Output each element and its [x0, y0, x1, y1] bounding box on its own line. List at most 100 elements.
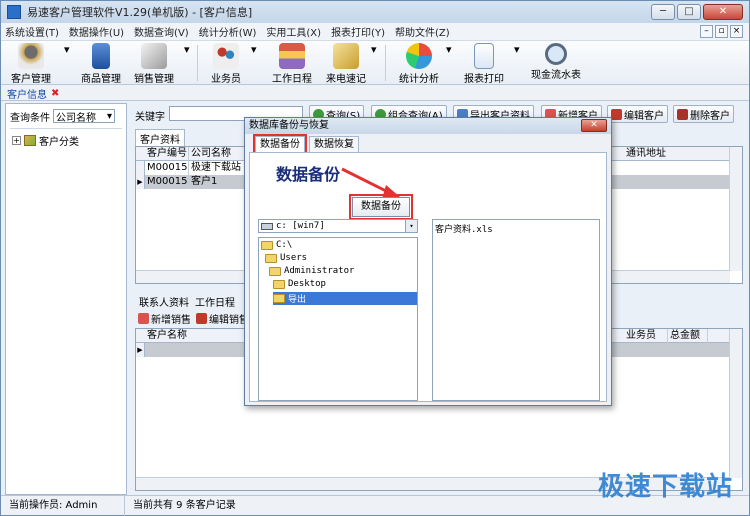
row-marker: [136, 161, 145, 175]
folder-open-icon: [265, 253, 277, 263]
directory-item[interactable]: C:\: [261, 240, 292, 250]
drive-value: c: [win7]: [276, 221, 325, 231]
directory-label: Users: [280, 253, 308, 263]
file-item[interactable]: 客户资料.xls: [435, 222, 493, 235]
mdi-minimize-button[interactable]: –: [700, 25, 713, 38]
sales-mgmt-button[interactable]: 销售管理: [134, 43, 174, 85]
category-icon: [24, 135, 36, 146]
tab-schedule[interactable]: 工作日程: [191, 293, 239, 310]
directory-item[interactable]: Users: [265, 253, 307, 263]
menu-stats[interactable]: 统计分析(W): [199, 24, 257, 39]
vertical-scrollbar[interactable]: [729, 329, 742, 478]
folder-open-icon: [269, 266, 281, 276]
menu-reports[interactable]: 报表打印(Y): [331, 24, 385, 39]
stats-button[interactable]: 统计分析: [399, 43, 439, 85]
add-icon: [138, 312, 149, 324]
column-header[interactable]: 公司名称: [189, 147, 249, 161]
product-mgmt-label: 商品管理: [81, 74, 121, 85]
chevron-down-icon[interactable]: ▾: [371, 43, 377, 56]
edit-customer-button[interactable]: 编辑客户: [607, 105, 668, 123]
edit-icon: [611, 108, 622, 120]
edit-customer-label: 编辑客户: [624, 110, 664, 122]
call-log-button[interactable]: 来电速记: [326, 43, 366, 85]
report-button[interactable]: 报表打印: [464, 43, 504, 85]
mdi-close-button[interactable]: ×: [730, 25, 743, 38]
drive-select[interactable]: c: [win7] ▾: [258, 219, 418, 233]
file-list: 客户资料.xls: [432, 219, 600, 401]
dialog-title: 数据库备份与恢复: [249, 120, 329, 131]
add-sale-button[interactable]: 新增销售: [135, 309, 194, 327]
tab-data-backup[interactable]: 数据备份: [253, 134, 307, 154]
cashflow-button[interactable]: 现金流水表: [531, 43, 581, 81]
category-panel: 查询条件 公司名称 ▾ + 客户分类: [5, 103, 127, 495]
toolbar-separator: [197, 45, 198, 81]
product-mgmt-button[interactable]: 商品管理: [81, 43, 121, 85]
directory-item[interactable]: Administrator: [269, 266, 354, 276]
folder-open-icon: [261, 240, 273, 250]
chevron-down-icon[interactable]: ▾: [251, 43, 257, 56]
directory-label: 导出: [288, 295, 307, 305]
notepad-icon: [333, 43, 359, 69]
schedule-icon: [279, 43, 305, 69]
delete-customer-button[interactable]: 删除客户: [673, 105, 734, 123]
report-label: 报表打印: [464, 74, 504, 85]
maximize-button[interactable]: □: [677, 4, 701, 20]
directory-item[interactable]: Desktop: [273, 279, 326, 289]
vertical-scrollbar[interactable]: [729, 147, 742, 271]
tab-contacts[interactable]: 联系人资料: [135, 293, 193, 310]
chevron-down-icon[interactable]: ▾: [446, 43, 452, 56]
delete-icon: [677, 108, 688, 120]
chevron-down-icon[interactable]: ▾: [64, 43, 70, 56]
call-log-label: 来电速记: [326, 74, 366, 85]
close-icon[interactable]: ✖: [51, 88, 59, 99]
customer-mgmt-button[interactable]: 客户管理: [11, 43, 51, 85]
edit-sale-label: 编辑销售: [209, 314, 249, 326]
tab-customer-data[interactable]: 客户资料: [135, 129, 185, 147]
title-bar: 易速客户管理软件V1.29(单机版) - [客户信息] ─ □ ✕: [1, 1, 749, 23]
directory-item-selected[interactable]: 导出: [273, 292, 417, 305]
chevron-down-icon[interactable]: ▾: [514, 43, 520, 56]
tab-customer-info[interactable]: 客户信息 ✖: [7, 85, 59, 101]
dialog-close-button[interactable]: ✕: [581, 119, 607, 132]
window-title: 易速客户管理软件V1.29(单机版) - [客户信息]: [27, 6, 253, 19]
column-header[interactable]: 客户编号: [145, 147, 189, 161]
expand-icon[interactable]: +: [12, 136, 21, 145]
tab-data-restore[interactable]: 数据恢复: [309, 136, 359, 152]
chevron-down-icon[interactable]: ▾: [184, 43, 190, 56]
chevron-down-icon: ▾: [106, 110, 112, 122]
directory-list: C:\ Users Administrator Desktop 导出: [258, 237, 418, 401]
query-condition-label: 查询条件: [10, 112, 50, 124]
query-field-select[interactable]: 公司名称 ▾: [53, 109, 115, 124]
column-header[interactable]: 总金额: [668, 329, 708, 343]
close-button[interactable]: ✕: [703, 4, 743, 20]
watermark-logo: 极速下载站: [597, 472, 733, 502]
report-icon: [474, 43, 494, 69]
tree-node-customer-category[interactable]: + 客户分类: [12, 133, 79, 148]
menu-data-query[interactable]: 数据查询(V): [134, 24, 189, 39]
backup-restore-dialog: 数据库备份与恢复 ✕ 数据备份 数据恢复 数据备份 数据备份 c: [win7]…: [244, 117, 612, 406]
column-header[interactable]: 客户名称: [145, 329, 245, 343]
mdi-restore-button[interactable]: ▫: [715, 25, 728, 38]
toolbar: 客户管理 ▾ 商品管理 销售管理 ▾ 业务员 ▾ 工作日程 来电速记 ▾ 统计分…: [1, 41, 749, 85]
menu-tools[interactable]: 实用工具(X): [266, 24, 321, 39]
directory-label: Administrator: [284, 266, 355, 276]
backup-button[interactable]: 数据备份: [349, 194, 413, 220]
menu-bar: 系统设置(T) 数据操作(U) 数据查询(V) 统计分析(W) 实用工具(X) …: [1, 23, 749, 41]
schedule-button[interactable]: 工作日程: [272, 43, 312, 85]
salesperson-button[interactable]: 业务员: [211, 43, 241, 85]
add-sale-label: 新增销售: [151, 314, 191, 326]
toolbar-separator: [385, 45, 386, 81]
record-count-status: 当前共有 9 条客户记录: [133, 499, 236, 511]
menu-data-ops[interactable]: 数据操作(U): [69, 24, 124, 39]
minimize-button[interactable]: ─: [651, 4, 675, 20]
menu-system[interactable]: 系统设置(T): [5, 24, 59, 39]
column-header[interactable]: 业务员: [624, 329, 668, 343]
keyword-label: 关键字: [135, 112, 165, 123]
product-icon: [92, 43, 110, 69]
column-header[interactable]: 通讯地址: [624, 147, 730, 161]
magnifier-icon: [545, 43, 567, 65]
menu-help[interactable]: 帮助文件(Z): [395, 24, 450, 39]
company-name-cell: 极速下载站: [189, 161, 249, 175]
stats-label: 统计分析: [399, 74, 439, 85]
sales-mgmt-label: 销售管理: [134, 74, 174, 85]
